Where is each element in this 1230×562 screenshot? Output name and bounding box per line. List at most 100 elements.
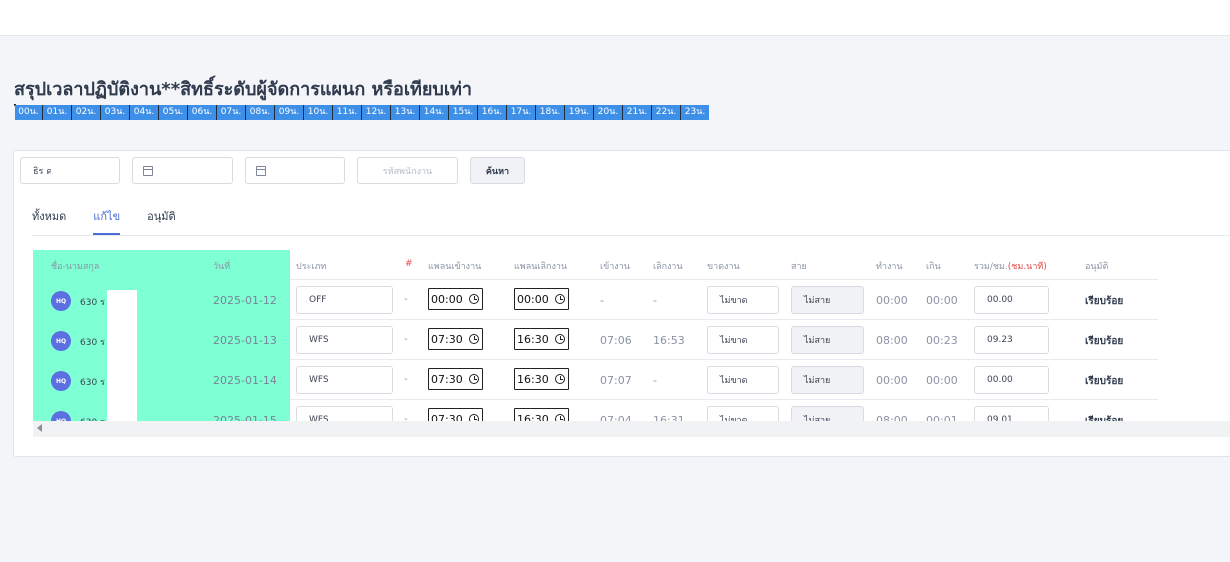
clock-icon[interactable]: [555, 294, 565, 304]
plan-in-time-input[interactable]: 00:00: [428, 288, 483, 310]
col-date: วันที่: [213, 262, 231, 272]
time-legend-th-cell: 11น.: [333, 105, 362, 120]
check-in-value: 07:04: [600, 414, 632, 421]
approve-status: เรียบร้อย: [1085, 376, 1124, 387]
horizontal-scrollbar[interactable]: [33, 421, 1230, 437]
col-approve: อนุมัติ: [1085, 262, 1109, 272]
date-from-input[interactable]: [132, 157, 233, 184]
col-absent: ขาดงาน: [707, 262, 740, 272]
late-input: ไม่สาย: [791, 286, 864, 314]
overtime-value: 00:00: [926, 294, 958, 307]
attendance-card: ธิร คร รหัสพนักงาน ค้นหา ทั้งหมด แก้ไข อ…: [13, 150, 1230, 457]
plan-out-value: 16:30: [517, 332, 549, 346]
clock-icon[interactable]: [469, 334, 479, 344]
absent-input[interactable]: ไม่ขาด: [707, 286, 779, 314]
col-total-label: รวม/ชม.: [974, 262, 1008, 272]
clock-icon[interactable]: [555, 414, 565, 421]
work-date: 2025-01-15: [213, 414, 277, 421]
plan-in-time-input[interactable]: 07:30: [428, 328, 483, 350]
time-legend-th-cell: 08น.: [246, 105, 275, 120]
total-hours-input[interactable]: 09.23: [974, 326, 1049, 354]
overtime-value: 00:00: [926, 374, 958, 387]
absent-input[interactable]: ไม่ขาด: [707, 326, 779, 354]
total-hours-input[interactable]: 00.00: [974, 366, 1049, 394]
absent-input[interactable]: ไม่ขาด: [707, 366, 779, 394]
total-hours-input[interactable]: 00.00: [974, 286, 1049, 314]
table-header: ชื่อ-นามสกุล วันที่ ประเภท # แพลนเข้างาน…: [33, 250, 1158, 280]
check-in-value: -: [600, 294, 604, 307]
clock-icon[interactable]: [469, 414, 479, 421]
col-over: เกิน: [926, 262, 941, 272]
top-bar: [0, 0, 1230, 36]
col-work: ทำงาน: [876, 262, 903, 272]
work-date: 2025-01-13: [213, 334, 277, 347]
work-hours-value: 08:00: [876, 414, 908, 421]
type-input[interactable]: OFF: [296, 286, 393, 314]
plan-out-value: 16:30: [517, 372, 549, 386]
clock-icon[interactable]: [469, 374, 479, 384]
time-legend-th-cell: 03น.: [101, 105, 130, 120]
page-title: สรุปเวลาปฏิบัติงาน**สิทธิ์ระดับผู้จัดการ…: [14, 79, 472, 100]
plan-out-value: 16:30: [517, 412, 549, 422]
plan-in-time-input[interactable]: 07:30: [428, 368, 483, 390]
employee-id-input[interactable]: รหัสพนักงาน: [357, 157, 458, 184]
plan-out-time-input[interactable]: 16:30: [514, 328, 569, 350]
clock-icon[interactable]: [555, 334, 565, 344]
name-filter-input[interactable]: ธิร คร: [20, 157, 120, 184]
plan-in-value: 07:30: [431, 372, 463, 386]
avatar: HQ: [51, 291, 71, 311]
late-input: ไม่สาย: [791, 406, 864, 421]
overtime-value: 00:23: [926, 334, 958, 347]
time-legend-th-cell: 12น.: [362, 105, 391, 120]
work-date: 2025-01-14: [213, 374, 277, 387]
time-legend-th-row: 00น. 01น. 02น. 03น. 04น. 05น. 06น. 07น. 08น. 09น.…: [15, 105, 1140, 145]
col-hash: #: [405, 259, 413, 269]
col-type: ประเภท: [296, 262, 327, 272]
tab-approve[interactable]: อนุมัติ: [147, 207, 176, 235]
date-to-input[interactable]: [245, 157, 345, 184]
redaction-mask: [51, 160, 83, 181]
plan-in-time-input[interactable]: 07:30: [428, 408, 483, 421]
type-input[interactable]: WFS: [296, 366, 393, 394]
type-input[interactable]: WFS: [296, 406, 393, 421]
time-legend-th-cell: 16น.: [478, 105, 507, 120]
absent-input[interactable]: ไม่ขาด: [707, 406, 779, 421]
tab-edit[interactable]: แก้ไข: [93, 207, 120, 235]
plan-in-value: 00:00: [431, 292, 463, 306]
tab-all[interactable]: ทั้งหมด: [32, 207, 66, 235]
check-out-value: 16:31: [653, 414, 685, 421]
col-name: ชื่อ-นามสกุล: [51, 262, 100, 272]
plan-out-time-input[interactable]: 00:00: [514, 288, 569, 310]
total-hours-input[interactable]: 09.01: [974, 406, 1049, 421]
col-total-unit: (ชม.นาที): [1007, 262, 1047, 272]
hash-value: -: [404, 374, 408, 385]
time-legend-th-cell: 10น.: [304, 105, 333, 120]
chevron-left-icon[interactable]: [37, 424, 42, 432]
col-plan-in: แพลนเข้างาน: [428, 262, 482, 272]
time-legend-th-cell: 18น.: [536, 105, 565, 120]
time-legend-th-cell: 00น.: [15, 105, 43, 120]
late-input: ไม่สาย: [791, 326, 864, 354]
overtime-value: 00:01: [926, 414, 958, 421]
table-row: HQ 630 ร u*** 2025-01-12 OFF -00:00 00:00- - ไม…: [33, 280, 1158, 320]
search-button[interactable]: ค้นหา: [470, 157, 525, 184]
col-plan-out: แพลนเลิกงาน: [514, 262, 568, 272]
table-row: HQ 630 ร u*** 2025-01-14 WFS -07:30 16:30 07:0…: [33, 360, 1158, 400]
clock-icon[interactable]: [555, 374, 565, 384]
clock-icon[interactable]: [469, 294, 479, 304]
time-legend-th-cell: 15น.: [449, 105, 478, 120]
time-legend-th-cell: 02น.: [72, 105, 101, 120]
check-in-value: 07:06: [600, 334, 632, 347]
approve-status: เรียบร้อย: [1085, 296, 1124, 307]
col-check-in: เข้างาน: [600, 262, 630, 272]
employee-id-placeholder: รหัสพนักงาน: [382, 166, 433, 177]
time-legend-th-cell: 23น.: [681, 105, 709, 120]
plan-in-value: 07:30: [431, 412, 463, 422]
time-legend-th-cell: 17น.: [507, 105, 536, 120]
plan-out-time-input[interactable]: 16:30: [514, 368, 569, 390]
work-hours-value: 00:00: [876, 294, 908, 307]
plan-out-value: 00:00: [517, 292, 549, 306]
type-input[interactable]: WFS: [296, 326, 393, 354]
plan-out-time-input[interactable]: 16:30: [514, 408, 569, 421]
redaction-mask: [107, 290, 137, 421]
